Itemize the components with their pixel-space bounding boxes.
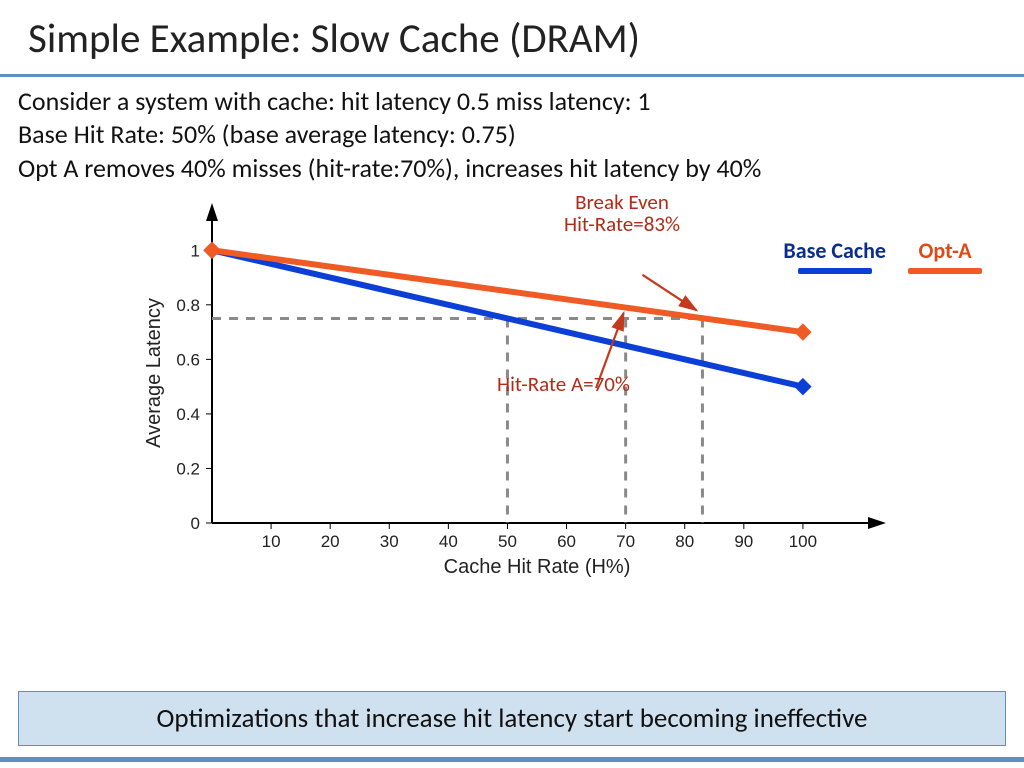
chart-legend: Base Cache Opt-A (783, 237, 982, 274)
bottom-divider (0, 757, 1024, 762)
body-line-1: Consider a system with cache: hit latenc… (18, 85, 1000, 118)
annotation-break-even: Break Even Hit-Rate=83% (532, 191, 712, 235)
svg-text:0.4: 0.4 (176, 405, 200, 424)
legend-label-opta: Opt-A (918, 237, 971, 264)
chart-container: Break Even Hit-Rate=83% Hit-Rate A=70% B… (132, 203, 892, 583)
svg-text:50: 50 (498, 532, 517, 551)
legend-label-base: Base Cache (783, 237, 886, 264)
svg-text:60: 60 (557, 532, 576, 551)
legend-swatch-opta (908, 268, 982, 274)
svg-text:Cache Hit Rate (H%): Cache Hit Rate (H%) (444, 556, 631, 578)
svg-text:70: 70 (616, 532, 635, 551)
legend-item-opta: Opt-A (908, 237, 982, 274)
body-text: Consider a system with cache: hit latenc… (0, 77, 1024, 185)
annotation-hit-rate-a: Hit-Rate A=70% (497, 373, 630, 395)
svg-text:0: 0 (191, 514, 200, 533)
body-line-2: Base Hit Rate: 50% (base average latency… (18, 118, 1000, 151)
legend-swatch-base (798, 268, 872, 274)
svg-text:90: 90 (734, 532, 753, 551)
svg-text:Average Latency: Average Latency (143, 298, 165, 448)
footer-callout: Optimizations that increase hit latency … (18, 691, 1006, 746)
svg-text:10: 10 (262, 532, 281, 551)
svg-text:1: 1 (191, 241, 200, 260)
svg-text:40: 40 (439, 532, 458, 551)
svg-text:80: 80 (675, 532, 694, 551)
annotation-break-even-l2: Hit-Rate=83% (532, 213, 712, 235)
legend-item-base: Base Cache (783, 237, 886, 274)
annotation-break-even-l1: Break Even (532, 191, 712, 213)
svg-text:0.6: 0.6 (176, 350, 200, 369)
svg-text:0.8: 0.8 (176, 296, 200, 315)
svg-text:0.2: 0.2 (176, 459, 200, 478)
svg-text:30: 30 (380, 532, 399, 551)
svg-text:20: 20 (321, 532, 340, 551)
svg-text:100: 100 (789, 532, 817, 551)
body-line-3: Opt A removes 40% misses (hit-rate:70%),… (18, 152, 1000, 185)
slide-title: Simple Example: Slow Cache (DRAM) (0, 0, 1024, 74)
